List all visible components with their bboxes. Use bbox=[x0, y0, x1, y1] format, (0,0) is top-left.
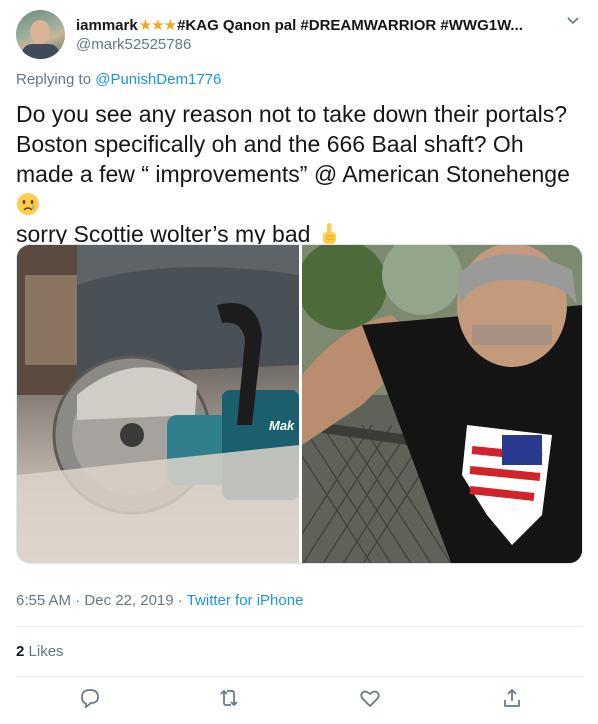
meta-separator: · bbox=[75, 592, 81, 609]
author-names[interactable]: iammark★★★#KAG Qanon pal #DREAMWARRIOR #… bbox=[76, 16, 556, 53]
like-icon[interactable] bbox=[358, 686, 382, 710]
divider bbox=[16, 676, 583, 677]
tweet-text: Do you see any reason not to take down t… bbox=[16, 99, 586, 249]
tweet-text-part1: Do you see any reason not to take down t… bbox=[16, 101, 570, 187]
likes-label: Likes bbox=[28, 643, 64, 660]
selfie-photo[interactable] bbox=[302, 245, 582, 563]
display-name-suffix: #KAG Qanon pal #DREAMWARRIOR #WWG1W... bbox=[177, 17, 523, 34]
share-icon[interactable] bbox=[500, 686, 524, 710]
retweet-icon[interactable] bbox=[217, 686, 241, 710]
likes-count[interactable]: 2 Likes bbox=[16, 643, 64, 660]
saw-photo[interactable]: Mak bbox=[17, 245, 299, 563]
tweet-source-link[interactable]: Twitter for iPhone bbox=[187, 592, 304, 609]
tweet-date[interactable]: Dec 22, 2019 bbox=[84, 592, 173, 609]
tweet-header: iammark★★★#KAG Qanon pal #DREAMWARRIOR #… bbox=[16, 10, 586, 62]
avatar[interactable] bbox=[16, 10, 65, 59]
saw-brand-text: Mak bbox=[269, 418, 295, 433]
chevron-down-icon[interactable] bbox=[564, 12, 582, 30]
reply-icon[interactable] bbox=[78, 686, 102, 710]
divider bbox=[16, 626, 583, 627]
replying-to-link[interactable]: @PunishDem1776 bbox=[95, 71, 221, 88]
display-name-prefix: iammark bbox=[76, 17, 138, 34]
user-handle[interactable]: @mark52525786 bbox=[76, 36, 556, 53]
tweet-meta: 6:55 AM · Dec 22, 2019 · Twitter for iPh… bbox=[16, 592, 303, 609]
replying-to: Replying to @PunishDem1776 bbox=[16, 71, 221, 88]
meta-separator-2: · bbox=[177, 592, 183, 609]
crying-face-emoji-icon bbox=[17, 193, 39, 215]
pointing-up-emoji-icon bbox=[322, 223, 336, 244]
likes-number: 2 bbox=[16, 643, 25, 660]
display-name[interactable]: iammark★★★#KAG Qanon pal #DREAMWARRIOR #… bbox=[76, 16, 556, 34]
tweet-time[interactable]: 6:55 AM bbox=[16, 592, 71, 609]
media-grid: Mak bbox=[16, 244, 583, 564]
tweet-actions bbox=[16, 686, 583, 716]
replying-prefix: Replying to bbox=[16, 71, 92, 88]
star-emoji-icons: ★★★ bbox=[138, 17, 177, 34]
